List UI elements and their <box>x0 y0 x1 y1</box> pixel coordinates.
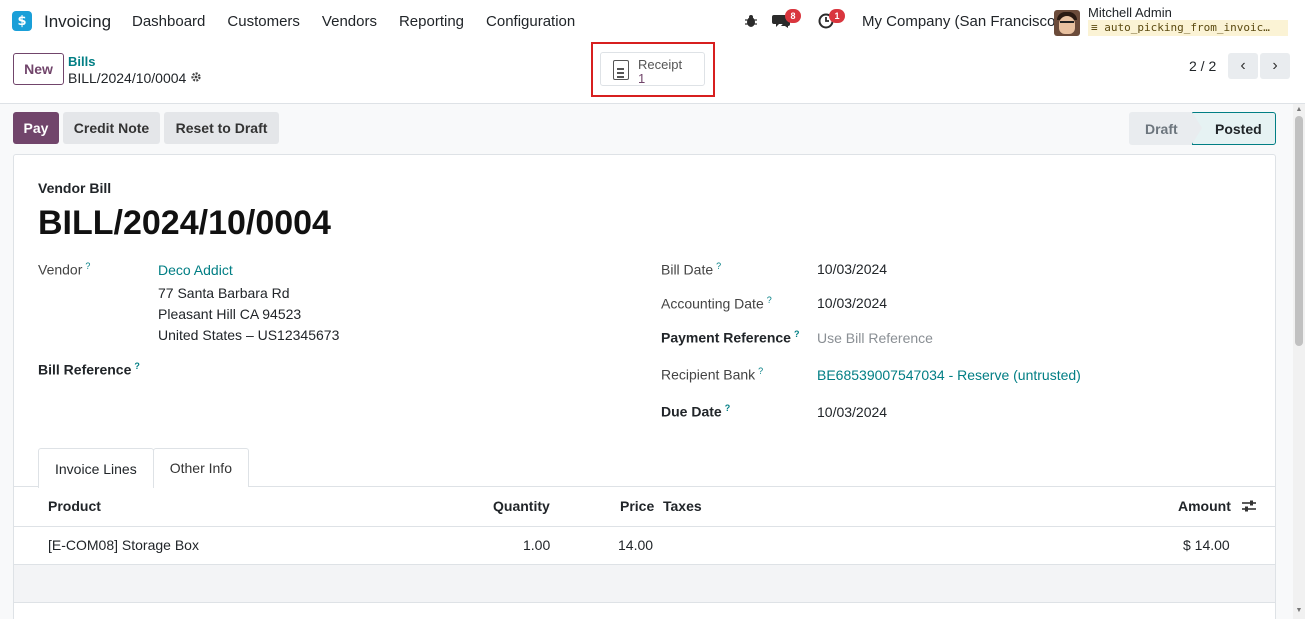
notebook-tabs: Invoice Lines Other Info <box>38 448 249 488</box>
header-divider <box>14 526 1275 527</box>
line-quantity[interactable]: 1.00 <box>523 537 550 553</box>
bill-date-label-text: Bill Date <box>661 261 714 278</box>
optional-columns-sliders-icon[interactable] <box>1241 498 1257 514</box>
tab-invoice-lines[interactable]: Invoice Lines <box>38 448 154 488</box>
vendor-address-line-2: Pleasant Hill CA 94523 <box>158 306 302 322</box>
bill-date-field[interactable]: 10/03/2024 <box>817 261 887 277</box>
accounting-date-label: Accounting Date? <box>661 295 772 312</box>
row-divider <box>14 602 1275 603</box>
pay-button[interactable]: Pay <box>13 112 59 144</box>
pager-next-button[interactable]: › <box>1260 53 1290 79</box>
vendor-label-text: Vendor <box>38 261 83 278</box>
due-date-field[interactable]: 10/03/2024 <box>817 404 887 420</box>
accounting-date-label-text: Accounting Date <box>661 295 764 312</box>
tab-other-info[interactable]: Other Info <box>152 448 249 487</box>
new-button[interactable]: New <box>13 53 64 85</box>
database-name: ≡ auto_picking_from_invoic… <box>1088 20 1288 36</box>
help-icon[interactable]: ? <box>716 261 721 271</box>
menu-dashboard[interactable]: Dashboard <box>132 13 205 30</box>
database-label: auto_picking_from_invoic… <box>1104 21 1270 34</box>
breadcrumb-bills[interactable]: Bills <box>68 54 95 69</box>
invoicing-app-icon[interactable]: $ <box>12 11 32 31</box>
status-bar: Draft Posted <box>1129 112 1276 145</box>
empty-table-row <box>14 565 1275 602</box>
column-header-quantity[interactable]: Quantity <box>493 498 550 514</box>
reset-to-draft-button[interactable]: Reset to Draft <box>164 112 279 144</box>
help-icon[interactable]: ? <box>758 366 763 376</box>
breadcrumb-current-label: BILL/2024/10/0004 <box>68 70 187 86</box>
status-draft[interactable]: Draft <box>1129 112 1192 145</box>
status-posted[interactable]: Posted <box>1192 112 1276 145</box>
debug-bug-icon[interactable] <box>742 12 760 30</box>
receipt-smart-button[interactable]: Receipt 1 <box>600 52 705 86</box>
recipient-bank-label: Recipient Bank? <box>661 366 763 383</box>
bill-date-label: Bill Date? <box>661 261 721 278</box>
smart-button-label: Receipt <box>638 57 683 72</box>
recipient-bank-label-text: Recipient Bank <box>661 366 756 383</box>
bill-reference-label: Bill Reference? <box>38 361 140 378</box>
menu-customers[interactable]: Customers <box>227 13 300 30</box>
payment-reference-label: Payment Reference? <box>661 329 799 346</box>
vendor-address-line-3: United States – US12345673 <box>158 327 340 343</box>
help-icon[interactable]: ? <box>134 361 140 371</box>
menu-configuration[interactable]: Configuration <box>486 13 575 30</box>
page-title: BILL/2024/10/0004 <box>38 204 331 242</box>
column-header-amount[interactable]: Amount <box>1178 498 1231 514</box>
line-product[interactable]: [E-COM08] Storage Box <box>48 537 199 553</box>
scroll-down-arrow-icon[interactable]: ▼ <box>1295 607 1303 615</box>
database-icon: ≡ <box>1091 21 1105 34</box>
vendor-label: Vendor? <box>38 261 90 278</box>
help-icon[interactable]: ? <box>767 295 772 305</box>
action-bar: Pay Credit Note Reset to Draft Draft Pos… <box>0 104 1293 154</box>
credit-note-button[interactable]: Credit Note <box>63 112 160 144</box>
vendor-address-line-1: 77 Santa Barbara Rd <box>158 285 290 301</box>
line-price[interactable]: 14.00 <box>618 537 653 553</box>
vendor-field[interactable]: Deco Addict <box>158 262 233 278</box>
user-avatar[interactable] <box>1054 10 1080 36</box>
menu-reporting[interactable]: Reporting <box>399 13 464 30</box>
vertical-scrollbar[interactable]: ▲ ▼ <box>1293 104 1305 619</box>
document-icon <box>613 60 629 80</box>
smart-button-value: 1 <box>638 71 646 86</box>
menu-vendors[interactable]: Vendors <box>322 13 377 30</box>
user-name[interactable]: Mitchell Admin <box>1088 5 1172 20</box>
pager-value[interactable]: 2 / 2 <box>1189 58 1216 74</box>
bill-reference-label-text: Bill Reference <box>38 361 132 378</box>
control-panel: New Bills BILL/2024/10/0004 Receipt 1 2 … <box>0 42 1305 104</box>
chevron-right-icon: › <box>1272 57 1278 74</box>
breadcrumb-current: BILL/2024/10/0004 <box>68 70 202 86</box>
main-menu: Dashboard Customers Vendors Reporting Co… <box>132 13 597 30</box>
chevron-left-icon: ‹ <box>1240 57 1246 74</box>
recipient-bank-field[interactable]: BE68539007547034 - Reserve (untrusted) <box>817 367 1081 383</box>
scroll-up-arrow-icon[interactable]: ▲ <box>1295 106 1303 114</box>
column-header-price[interactable]: Price <box>620 498 654 514</box>
column-header-product[interactable]: Product <box>48 498 101 514</box>
due-date-label-text: Due Date <box>661 403 722 420</box>
app-name[interactable]: Invoicing <box>44 12 111 32</box>
activities-count-badge: 1 <box>829 9 845 23</box>
due-date-label: Due Date? <box>661 403 730 420</box>
payment-reference-input[interactable]: Use Bill Reference <box>817 330 933 346</box>
document-type-label: Vendor Bill <box>38 180 112 196</box>
accounting-date-field[interactable]: 10/03/2024 <box>817 295 887 311</box>
help-icon[interactable]: ? <box>794 329 800 339</box>
company-switcher[interactable]: My Company (San Francisco) <box>862 13 1060 30</box>
help-icon[interactable]: ? <box>725 403 731 413</box>
gear-icon[interactable] <box>190 71 202 86</box>
top-navbar: $ Invoicing Dashboard Customers Vendors … <box>0 0 1305 44</box>
payment-reference-label-text: Payment Reference <box>661 329 791 346</box>
column-header-taxes[interactable]: Taxes <box>663 498 702 514</box>
scrollbar-thumb[interactable] <box>1295 116 1303 346</box>
line-amount[interactable]: $ 14.00 <box>1183 537 1230 553</box>
help-icon[interactable]: ? <box>85 261 90 271</box>
pager-previous-button[interactable]: ‹ <box>1228 53 1258 79</box>
messages-count-badge: 8 <box>785 9 801 23</box>
